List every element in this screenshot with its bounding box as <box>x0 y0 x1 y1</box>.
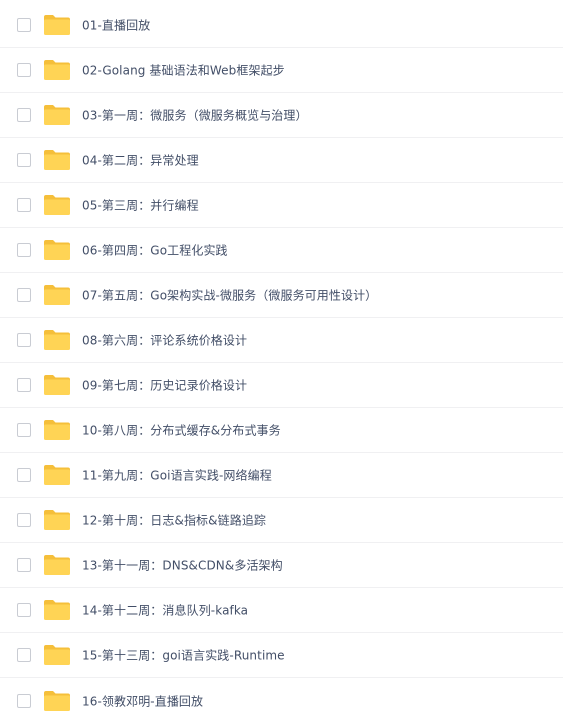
list-item[interactable]: 11-第九周：Goi语言实践-网络编程 <box>0 453 563 498</box>
row-checkbox[interactable] <box>17 603 31 617</box>
file-name[interactable]: 12-第十周：日志&指标&链路追踪 <box>82 512 266 529</box>
file-name[interactable]: 10-第八周：分布式缓存&分布式事务 <box>82 422 281 439</box>
file-name[interactable]: 11-第九周：Goi语言实践-网络编程 <box>82 467 272 484</box>
list-item[interactable]: 03-第一周：微服务（微服务概览与治理） <box>0 93 563 138</box>
file-name[interactable]: 09-第七周：历史记录价格设计 <box>82 377 247 394</box>
row-checkbox[interactable] <box>17 378 31 392</box>
folder-icon <box>44 645 70 665</box>
row-checkbox[interactable] <box>17 63 31 77</box>
list-item[interactable]: 01-直播回放 <box>0 3 563 48</box>
file-name[interactable]: 05-第三周：并行编程 <box>82 197 199 214</box>
row-checkbox[interactable] <box>17 153 31 167</box>
folder-icon <box>44 60 70 80</box>
row-checkbox[interactable] <box>17 513 31 527</box>
folder-icon <box>44 420 70 440</box>
row-checkbox[interactable] <box>17 423 31 437</box>
row-checkbox[interactable] <box>17 558 31 572</box>
list-item[interactable]: 14-第十二周：消息队列-kafka <box>0 588 563 633</box>
row-checkbox[interactable] <box>17 243 31 257</box>
file-name[interactable]: 07-第五周：Go架构实战-微服务（微服务可用性设计） <box>82 287 377 304</box>
row-checkbox[interactable] <box>17 333 31 347</box>
folder-icon <box>44 15 70 35</box>
file-name[interactable]: 03-第一周：微服务（微服务概览与治理） <box>82 107 308 124</box>
file-name[interactable]: 06-第四周：Go工程化实践 <box>82 242 228 259</box>
list-item[interactable]: 12-第十周：日志&指标&链路追踪 <box>0 498 563 543</box>
list-item[interactable]: 09-第七周：历史记录价格设计 <box>0 363 563 408</box>
list-item[interactable]: 07-第五周：Go架构实战-微服务（微服务可用性设计） <box>0 273 563 318</box>
list-item[interactable]: 05-第三周：并行编程 <box>0 183 563 228</box>
folder-icon <box>44 465 70 485</box>
list-item[interactable]: 08-第六周：评论系统价格设计 <box>0 318 563 363</box>
row-checkbox[interactable] <box>17 288 31 302</box>
file-name[interactable]: 04-第二周：异常处理 <box>82 152 199 169</box>
list-item[interactable]: 10-第八周：分布式缓存&分布式事务 <box>0 408 563 453</box>
folder-icon <box>44 375 70 395</box>
file-name[interactable]: 15-第十三周：goi语言实践-Runtime <box>82 647 285 664</box>
folder-icon <box>44 105 70 125</box>
row-checkbox[interactable] <box>17 468 31 482</box>
folder-icon <box>44 240 70 260</box>
file-name[interactable]: 14-第十二周：消息队列-kafka <box>82 602 248 619</box>
file-list: 01-直播回放 02-Golang 基础语法和Web框架起步 03-第一周：微服… <box>0 3 563 722</box>
file-name[interactable]: 01-直播回放 <box>82 17 150 34</box>
row-checkbox[interactable] <box>17 18 31 32</box>
folder-icon <box>44 690 70 711</box>
folder-icon <box>44 330 70 350</box>
folder-icon <box>44 510 70 530</box>
file-name[interactable]: 08-第六周：评论系统价格设计 <box>82 332 247 349</box>
row-checkbox[interactable] <box>17 648 31 662</box>
folder-icon <box>44 150 70 170</box>
row-checkbox[interactable] <box>17 693 31 708</box>
list-item[interactable]: 15-第十三周：goi语言实践-Runtime <box>0 633 563 678</box>
folder-icon <box>44 285 70 305</box>
folder-icon <box>44 195 70 215</box>
list-item[interactable]: 13-第十一周：DNS&CDN&多活架构 <box>0 543 563 588</box>
list-item[interactable]: 04-第二周：异常处理 <box>0 138 563 183</box>
list-item[interactable]: 02-Golang 基础语法和Web框架起步 <box>0 48 563 93</box>
file-name[interactable]: 13-第十一周：DNS&CDN&多活架构 <box>82 557 283 574</box>
row-checkbox[interactable] <box>17 198 31 212</box>
list-item[interactable]: 16-领教邓明-直播回放 <box>0 678 563 723</box>
list-item[interactable]: 06-第四周：Go工程化实践 <box>0 228 563 273</box>
folder-icon <box>44 555 70 575</box>
file-name[interactable]: 16-领教邓明-直播回放 <box>82 692 203 709</box>
file-name[interactable]: 02-Golang 基础语法和Web框架起步 <box>82 62 285 79</box>
folder-icon <box>44 600 70 620</box>
row-checkbox[interactable] <box>17 108 31 122</box>
